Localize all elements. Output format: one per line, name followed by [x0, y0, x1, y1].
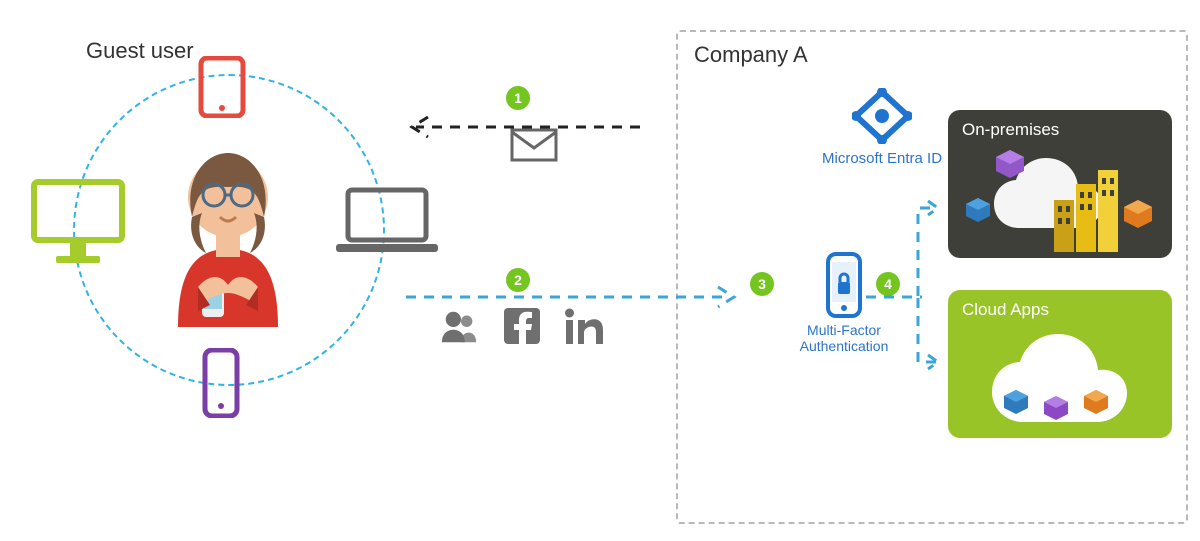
cloud-apps-label: Cloud Apps — [962, 300, 1049, 319]
on-premises-graphic — [958, 142, 1158, 252]
azuread-users-icon — [440, 306, 480, 346]
monitor-icon — [28, 176, 128, 268]
entra-id-label: Microsoft Entra ID — [822, 150, 942, 167]
branch-to-onprem-arrow — [916, 198, 940, 298]
identity-provider-group — [440, 306, 604, 346]
on-premises-label: On-premises — [962, 120, 1059, 139]
entra-id-icon — [852, 88, 912, 144]
mfa-label-line2: Authentication — [784, 338, 904, 354]
laptop-icon — [332, 184, 442, 260]
linkedin-icon — [564, 306, 604, 346]
tablet-icon — [197, 56, 247, 118]
mfa-label-line1: Multi-Factor — [784, 322, 904, 338]
mail-icon — [510, 128, 558, 167]
microsoft-entra-id: Microsoft Entra ID — [822, 88, 942, 167]
cloud-apps-graphic — [958, 320, 1158, 430]
phone-lock-icon — [824, 252, 864, 318]
company-a-title: Company A — [694, 42, 808, 68]
facebook-icon — [502, 306, 542, 346]
on-premises-tile: On-premises — [948, 110, 1172, 258]
cloud-apps-tile: Cloud Apps — [948, 290, 1172, 438]
phone-purple-icon — [201, 348, 241, 418]
guest-user-title: Guest user — [86, 38, 194, 64]
step-badge-2: 2 — [506, 268, 530, 292]
guest-user-avatar — [158, 136, 298, 328]
step-badge-1: 1 — [506, 86, 530, 110]
branch-to-cloud-arrow — [916, 296, 940, 372]
step-badge-3: 3 — [750, 272, 774, 296]
